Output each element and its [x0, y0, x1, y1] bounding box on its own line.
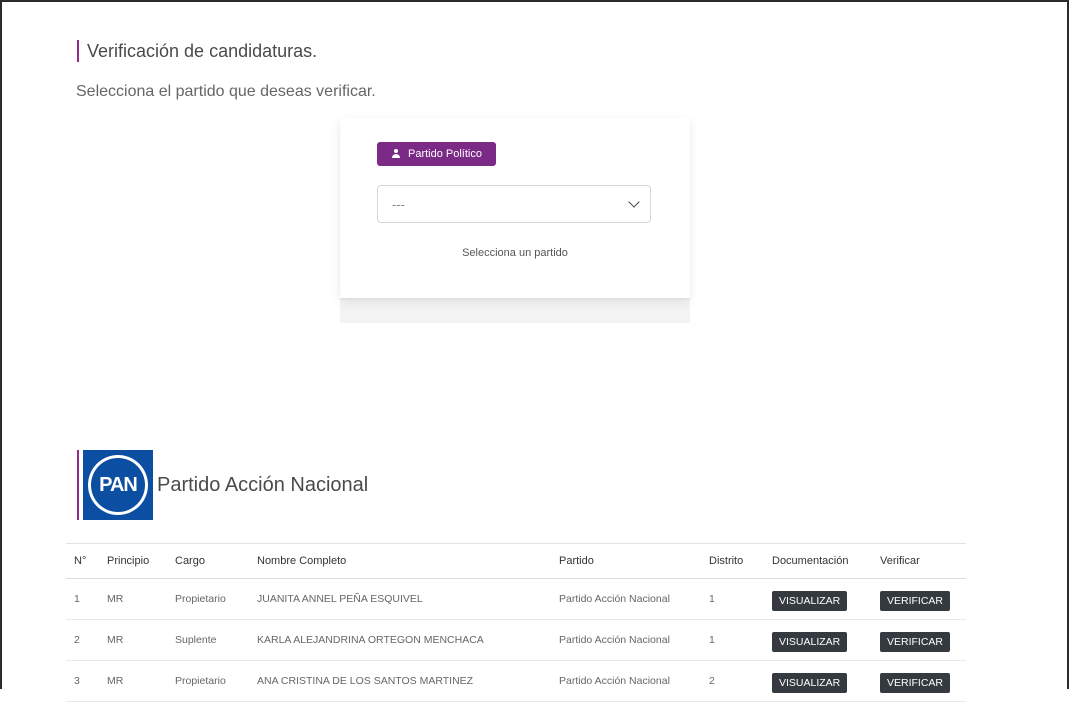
- table-header-row: N° Principio Cargo Nombre Completo Parti…: [66, 543, 966, 579]
- col-verificar: Verificar: [872, 543, 966, 579]
- partido-politico-button[interactable]: Partido Político: [377, 142, 496, 166]
- col-nombre: Nombre Completo: [249, 543, 551, 579]
- cell-partido: Partido Acción Nacional: [551, 619, 701, 661]
- select-help-text: Selecciona un partido: [462, 247, 568, 259]
- chevron-down-icon: [628, 196, 640, 208]
- cell-partido: Partido Acción Nacional: [551, 660, 701, 702]
- partido-politico-label: Partido Político: [408, 148, 482, 160]
- cell-cargo: Suplente: [167, 619, 249, 661]
- col-distrito: Distrito: [701, 543, 764, 579]
- party-select-value: ---: [392, 196, 405, 212]
- col-partido: Partido: [551, 543, 701, 579]
- table-row: 2 MR Suplente KARLA ALEJANDRINA ORTEGON …: [66, 619, 966, 661]
- col-cargo: Cargo: [167, 543, 249, 579]
- user-icon: [391, 149, 401, 159]
- cell-numero: 2: [66, 619, 99, 661]
- party-selector-card: Partido Político --- Selecciona un parti…: [340, 118, 690, 298]
- visualizar-button[interactable]: VISUALIZAR: [772, 672, 848, 693]
- verificar-button[interactable]: VERIFICAR: [880, 631, 951, 652]
- cell-principio: MR: [99, 578, 167, 620]
- cell-numero: 1: [66, 578, 99, 620]
- cell-principio: MR: [99, 619, 167, 661]
- party-select[interactable]: ---: [377, 185, 651, 223]
- cell-partido: Partido Acción Nacional: [551, 578, 701, 620]
- cell-cargo: Propietario: [167, 578, 249, 620]
- cell-nombre: ANA CRISTINA DE LOS SANTOS MARTINEZ: [249, 660, 551, 702]
- cell-documentacion: VISUALIZAR: [764, 660, 872, 702]
- party-header: PAN Partido Acción Nacional: [77, 450, 368, 520]
- cell-verificar: VERIFICAR: [872, 660, 966, 702]
- cell-principio: MR: [99, 660, 167, 702]
- cell-cargo: Propietario: [167, 660, 249, 702]
- verificar-button[interactable]: VERIFICAR: [880, 672, 951, 693]
- cell-documentacion: VISUALIZAR: [764, 619, 872, 661]
- cell-verificar: VERIFICAR: [872, 619, 966, 661]
- pan-logo-text: PAN: [91, 458, 145, 512]
- page-title: Verificación de candidaturas.: [77, 40, 317, 62]
- col-principio: Principio: [99, 543, 167, 579]
- cell-numero: 3: [66, 660, 99, 702]
- cell-distrito: 1: [701, 578, 764, 620]
- col-numero: N°: [66, 543, 99, 579]
- table-row: 1 MR Propietario JUANITA ANNEL PEÑA ESQU…: [66, 578, 966, 620]
- page-subtitle: Selecciona el partido que deseas verific…: [76, 83, 376, 100]
- visualizar-button[interactable]: VISUALIZAR: [772, 631, 848, 652]
- cell-documentacion: VISUALIZAR: [764, 578, 872, 620]
- cell-nombre: KARLA ALEJANDRINA ORTEGON MENCHACA: [249, 619, 551, 661]
- cell-nombre: JUANITA ANNEL PEÑA ESQUIVEL: [249, 578, 551, 620]
- col-documentacion: Documentación: [764, 543, 872, 579]
- pan-logo: PAN: [83, 450, 153, 520]
- verificar-button[interactable]: VERIFICAR: [880, 590, 951, 611]
- cell-verificar: VERIFICAR: [872, 578, 966, 620]
- table-row: 3 MR Propietario ANA CRISTINA DE LOS SAN…: [66, 660, 966, 702]
- party-name: Partido Acción Nacional: [157, 473, 369, 496]
- candidates-table: N° Principio Cargo Nombre Completo Parti…: [66, 543, 966, 702]
- cell-distrito: 2: [701, 660, 764, 702]
- cell-distrito: 1: [701, 619, 764, 661]
- pan-logo-ring: PAN: [88, 455, 148, 515]
- visualizar-button[interactable]: VISUALIZAR: [772, 590, 848, 611]
